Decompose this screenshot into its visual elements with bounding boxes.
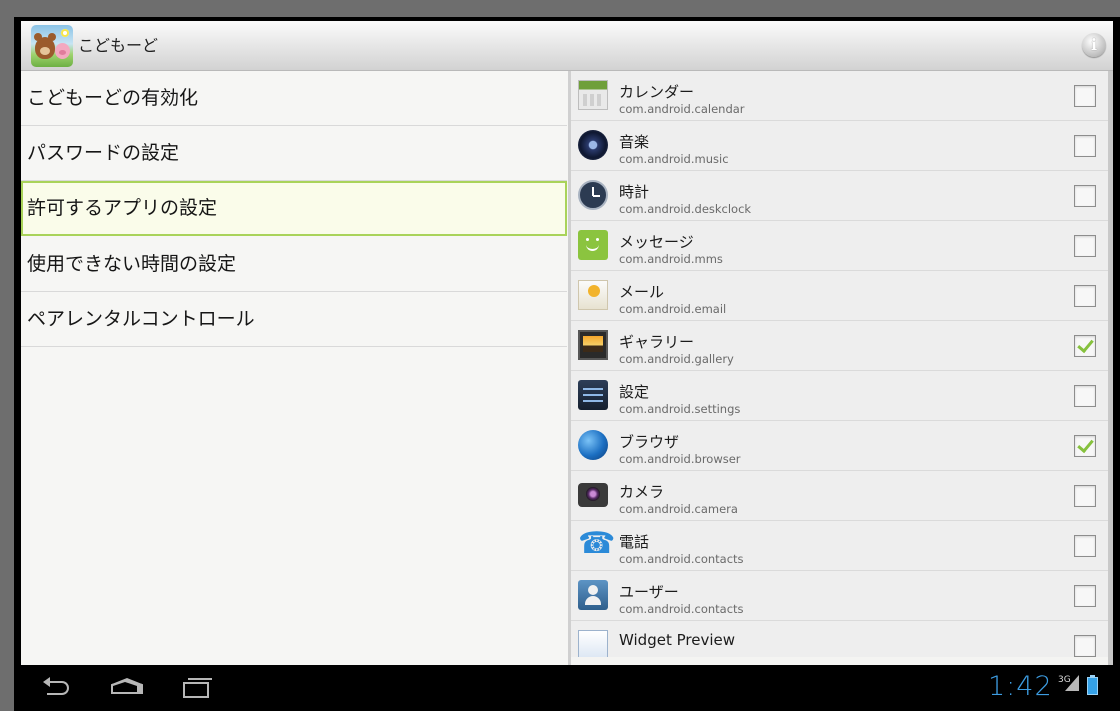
app-name: ブラウザ xyxy=(619,433,680,451)
list-item[interactable]: ブラウザ com.android.browser xyxy=(571,421,1108,471)
app-package: com.android.contacts xyxy=(619,602,744,616)
camera-icon xyxy=(578,483,608,507)
list-item[interactable]: メッセージ com.android.mms xyxy=(571,221,1108,271)
recents-icon[interactable] xyxy=(179,673,211,701)
allow-checkbox[interactable] xyxy=(1074,185,1096,207)
app-logo-icon[interactable] xyxy=(31,25,73,67)
widget-preview-icon xyxy=(578,630,608,657)
allow-checkbox[interactable] xyxy=(1074,85,1096,107)
app-title: こどもーど xyxy=(78,36,159,55)
app-package: com.android.browser xyxy=(619,452,741,466)
menu-item-blocked-time[interactable]: 使用できない時間の設定 xyxy=(21,237,567,292)
back-icon[interactable] xyxy=(41,673,73,701)
tablet-frame: こどもーど i こどもーどの有効化 パスワードの設定 許可するアプリの設定 使用… xyxy=(14,17,1120,711)
battery-icon xyxy=(1087,675,1098,695)
menu-item-allowed-apps[interactable]: 許可するアプリの設定 xyxy=(21,181,567,236)
menu-item-password[interactable]: パスワードの設定 xyxy=(21,126,567,181)
allow-checkbox[interactable] xyxy=(1074,435,1096,457)
app-package: com.android.deskclock xyxy=(619,202,752,216)
allow-checkbox[interactable] xyxy=(1074,585,1096,607)
app-name: カメラ xyxy=(619,483,665,501)
action-bar: こどもーど i xyxy=(21,21,1113,71)
app-name: 電話 xyxy=(619,533,650,551)
list-item[interactable]: 時計 com.android.deskclock xyxy=(571,171,1108,221)
allow-checkbox[interactable] xyxy=(1074,335,1096,357)
app-screen: こどもーど i こどもーどの有効化 パスワードの設定 許可するアプリの設定 使用… xyxy=(21,21,1113,665)
app-name: 時計 xyxy=(619,183,650,201)
list-item[interactable]: カメラ com.android.camera xyxy=(571,471,1108,521)
app-package: com.android.contacts xyxy=(619,552,744,566)
list-item[interactable]: ユーザー com.android.contacts xyxy=(571,571,1108,621)
clock-icon xyxy=(578,180,608,210)
scrollbar[interactable] xyxy=(1108,71,1113,665)
allow-checkbox[interactable] xyxy=(1074,485,1096,507)
list-item[interactable]: ギャラリー com.android.gallery xyxy=(571,321,1108,371)
list-item[interactable]: メール com.android.email xyxy=(571,271,1108,321)
signal-icon xyxy=(1065,675,1079,691)
list-item[interactable]: 音楽 com.android.music xyxy=(571,121,1108,171)
pig-icon xyxy=(55,43,70,59)
contacts-icon xyxy=(578,580,608,610)
app-name: メール xyxy=(619,283,665,301)
list-item[interactable]: Widget Preview xyxy=(571,621,1108,657)
app-package: com.android.gallery xyxy=(619,352,734,366)
music-icon xyxy=(578,130,608,160)
home-icon[interactable] xyxy=(109,673,141,701)
info-icon[interactable]: i xyxy=(1082,33,1106,57)
settings-icon xyxy=(578,380,608,410)
message-icon xyxy=(578,230,608,260)
list-item[interactable]: カレンダー com.android.calendar xyxy=(571,71,1108,121)
allow-checkbox[interactable] xyxy=(1074,535,1096,557)
allow-checkbox[interactable] xyxy=(1074,635,1096,657)
app-name: メッセージ xyxy=(619,233,694,251)
allow-checkbox[interactable] xyxy=(1074,385,1096,407)
list-item[interactable]: 電話 com.android.contacts xyxy=(571,521,1108,571)
app-name: 設定 xyxy=(619,383,650,401)
app-package: com.android.mms xyxy=(619,252,723,266)
app-name: カレンダー xyxy=(619,83,695,101)
app-package: com.android.calendar xyxy=(619,102,745,116)
browser-icon xyxy=(578,430,608,460)
gallery-icon xyxy=(578,330,608,360)
system-nav-bar: 1:42 3G xyxy=(21,665,1113,711)
status-clock[interactable]: 1:42 xyxy=(988,671,1053,702)
app-name: 音楽 xyxy=(619,133,650,151)
app-name: ギャラリー xyxy=(619,333,695,351)
allow-checkbox[interactable] xyxy=(1074,285,1096,307)
menu-item-parental-control[interactable]: ペアレンタルコントロール xyxy=(21,292,567,347)
app-name: Widget Preview xyxy=(619,631,735,649)
allow-checkbox[interactable] xyxy=(1074,135,1096,157)
settings-menu: こどもーどの有効化 パスワードの設定 許可するアプリの設定 使用できない時間の設… xyxy=(21,71,568,665)
phone-icon xyxy=(578,526,615,562)
app-package: com.android.settings xyxy=(619,402,741,416)
list-item[interactable]: 設定 com.android.settings xyxy=(571,371,1108,421)
app-package: com.android.camera xyxy=(619,502,738,516)
allow-checkbox[interactable] xyxy=(1074,235,1096,257)
app-list[interactable]: カレンダー com.android.calendar 音楽 com.androi… xyxy=(571,71,1108,657)
mail-icon xyxy=(578,280,608,310)
bear-icon xyxy=(34,33,56,59)
app-name: ユーザー xyxy=(619,583,679,601)
app-package: com.android.email xyxy=(619,302,727,316)
app-package: com.android.music xyxy=(619,152,729,166)
calendar-icon xyxy=(578,80,608,110)
menu-item-enable[interactable]: こどもーどの有効化 xyxy=(21,71,567,126)
flower-icon xyxy=(61,29,69,37)
